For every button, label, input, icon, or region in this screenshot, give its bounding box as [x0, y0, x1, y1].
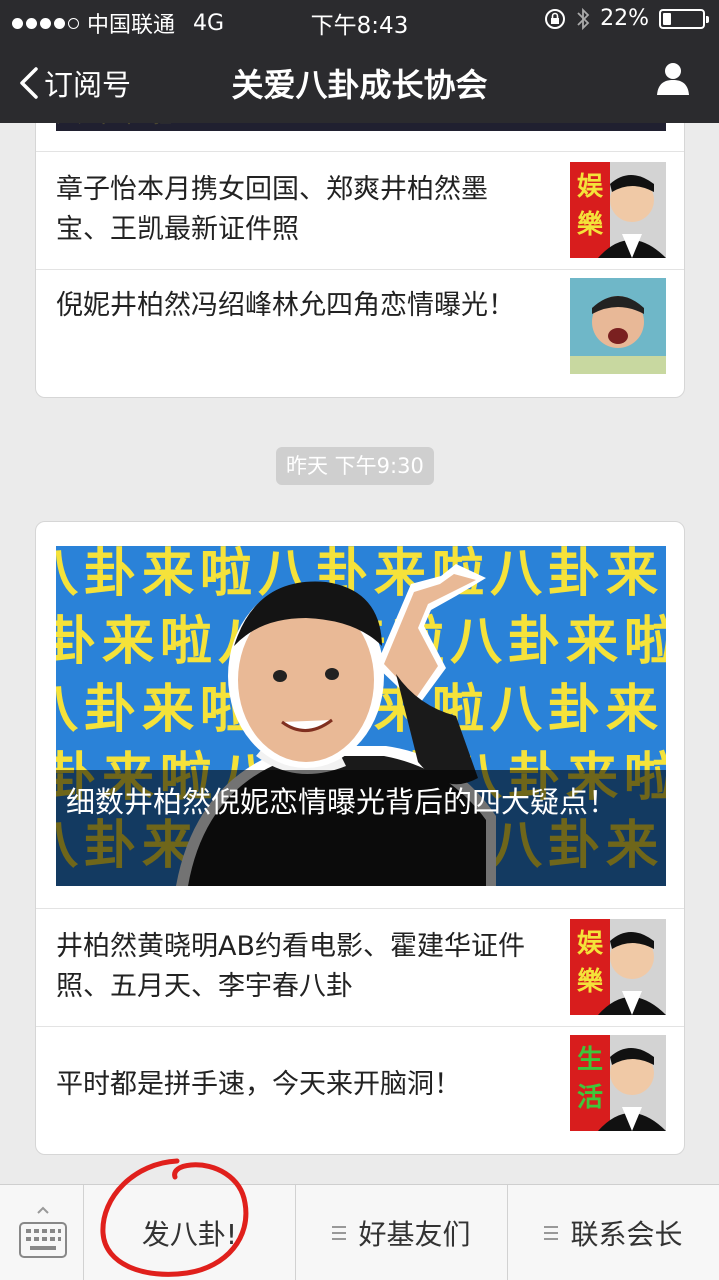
page-title: 关爱八卦成长协会 — [231, 66, 488, 104]
submenu-icon — [332, 1222, 347, 1244]
article-title: 倪妮井柏然冯绍峰林允四角恋情曝光！ — [56, 290, 515, 321]
menu-item-label: 联系会长 — [570, 1218, 683, 1251]
list-item[interactable]: 倪妮井柏然冯绍峰林允四角恋情曝光！ — [36, 269, 684, 397]
user-icon — [657, 63, 689, 95]
cover-article[interactable]: 八卦来啦八卦来啦八卦来啦八卦来啦八卦来啦八卦来啦八卦来啦八卦来啦八卦来啦八卦来啦… — [56, 546, 666, 886]
nav-bar: 订阅号 关爱八卦成长协会 — [0, 40, 719, 123]
battery-percent: 22% — [600, 6, 649, 31]
status-bar: 中国联通 4G 下午8:43 22% — [0, 0, 719, 40]
top-bar: 中国联通 4G 下午8:43 22% 订阅号 关爱八卦成长协会 — [0, 0, 719, 123]
list-item[interactable]: 平时都是拼手速，今天来开脑洞！ 生活 — [36, 1026, 684, 1154]
bottom-menu: 发八卦! 好基友们 联系会长 — [0, 1184, 719, 1280]
face-thumbnail-icon — [570, 278, 666, 374]
article-thumbnail: 娱樂 — [570, 919, 666, 1015]
message-card: 八卦来啦 章子怡本月携女回国、郑爽井柏然墨宝、王凯最新证件照 娱樂 倪妮井柏然冯… — [35, 100, 685, 398]
keyboard-toggle-button[interactable] — [0, 1185, 84, 1280]
bluetooth-icon — [577, 7, 590, 30]
thumbnail-badge: 生活 — [576, 1045, 603, 1113]
message-card: 八卦来啦八卦来啦八卦来啦八卦来啦八卦来啦八卦来啦八卦来啦八卦来啦八卦来啦八卦来啦… — [35, 521, 685, 1155]
menu-item-buddies[interactable]: 好基友们 — [296, 1185, 508, 1280]
thumbnail-badge: 娱樂 — [576, 172, 603, 240]
article-thumbnail — [570, 278, 666, 374]
list-item[interactable]: 章子怡本月携女回国、郑爽井柏然墨宝、王凯最新证件照 娱樂 — [36, 151, 684, 269]
cover-caption: 细数井柏然倪妮恋情曝光背后的四大疑点！ — [56, 770, 666, 886]
cover-title: 细数井柏然倪妮恋情曝光背后的四大疑点！ — [66, 785, 618, 819]
menu-item-contact-leader[interactable]: 联系会长 — [508, 1185, 719, 1280]
battery-fill — [663, 12, 671, 25]
list-item[interactable]: 井柏然黄晓明AB约看电影、霍建华证件照、五月天、李宇春八卦 娱樂 — [36, 908, 684, 1026]
profile-button[interactable] — [655, 60, 691, 100]
menu-item-label: 好基友们 — [358, 1218, 471, 1251]
rotation-lock-icon — [545, 8, 566, 29]
article-thumbnail: 娱樂 — [570, 162, 666, 258]
article-title: 章子怡本月携女回国、郑爽井柏然墨宝、王凯最新证件照 — [56, 174, 488, 245]
article-thumbnail: 生活 — [570, 1035, 666, 1131]
article-title: 井柏然黄晓明AB约看电影、霍建华证件照、五月天、李宇春八卦 — [56, 931, 525, 1002]
keyboard-icon — [19, 1206, 67, 1258]
menu-item-label: 发八卦! — [141, 1218, 238, 1251]
thumbnail-badge: 娱樂 — [576, 929, 603, 997]
submenu-icon — [544, 1222, 559, 1244]
battery-icon — [659, 8, 709, 29]
article-title: 平时都是拼手速，今天来开脑洞！ — [56, 1069, 461, 1100]
timestamp: 昨天 下午9:30 — [276, 447, 434, 485]
menu-item-post-gossip[interactable]: 发八卦! — [84, 1185, 296, 1280]
